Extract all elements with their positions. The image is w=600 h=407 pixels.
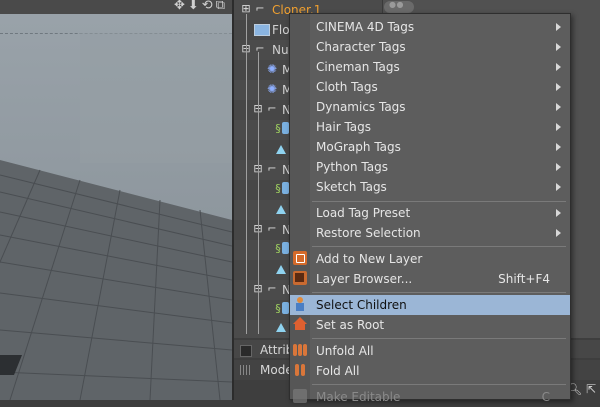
menu-item-layer-browser[interactable]: Layer Browser... Shift+F4: [290, 269, 570, 289]
menu-item-cinema4d-tags[interactable]: CINEMA 4D Tags: [290, 17, 570, 37]
menu-item-add-to-new-layer[interactable]: Add to New Layer: [290, 249, 570, 269]
menu-item-cineman-tags[interactable]: Cineman Tags: [290, 57, 570, 77]
menu-separator: [312, 384, 566, 385]
submenu-arrow-icon: [556, 103, 561, 111]
null-icon: ⌐: [255, 42, 265, 55]
submenu-arrow-icon: [556, 83, 561, 91]
tree-connector: [258, 52, 259, 334]
mograph-effector-icon: ✺: [266, 82, 278, 96]
menu-separator: [312, 201, 566, 202]
submenu-arrow-icon: [556, 229, 561, 237]
menu-item-sketch-tags[interactable]: Sketch Tags: [290, 177, 570, 197]
menu-item-mograph-tags[interactable]: MoGraph Tags: [290, 137, 570, 157]
panel-menu-icon[interactable]: [240, 345, 252, 357]
menu-item-make-editable: Make Editable C: [290, 387, 570, 407]
grip-icon[interactable]: [240, 365, 250, 375]
menu-item-hair-tags[interactable]: Hair Tags: [290, 117, 570, 137]
menu-item-cloth-tags[interactable]: Cloth Tags: [290, 77, 570, 97]
viewport-floor-grid: [0, 160, 232, 400]
menu-item-character-tags[interactable]: Character Tags: [290, 37, 570, 57]
submenu-arrow-icon: [556, 163, 561, 171]
menu-item-set-as-root[interactable]: Set as Root: [290, 315, 570, 335]
cloner-icon: ⌐: [255, 2, 265, 15]
mode-menu[interactable]: Mode: [260, 363, 293, 377]
make-editable-icon: [293, 389, 307, 403]
tree-connector: [246, 14, 247, 334]
menu-item-dynamics-tags[interactable]: Dynamics Tags: [290, 97, 570, 117]
submenu-arrow-icon: [556, 23, 561, 31]
submenu-arrow-icon: [556, 43, 561, 51]
menu-item-python-tags[interactable]: Python Tags: [290, 157, 570, 177]
menu-item-restore-selection[interactable]: Restore Selection: [290, 223, 570, 243]
menu-separator: [312, 338, 566, 339]
cylinder-icon: [282, 242, 289, 254]
cylinder-icon: [282, 182, 289, 194]
cone-icon: [276, 205, 288, 217]
menu-item-load-tag-preset[interactable]: Load Tag Preset: [290, 203, 570, 223]
layer-browser-icon: [293, 271, 307, 285]
floor-icon: [254, 24, 270, 36]
null-icon: ⌐: [267, 162, 277, 175]
shortcut-label: Shift+F4: [498, 272, 550, 286]
cone-icon: [276, 265, 288, 277]
menu-item-unfold-all[interactable]: Unfold All: [290, 341, 570, 361]
null-icon: ⌐: [267, 222, 277, 235]
menu-item-fold-all[interactable]: Fold All: [290, 361, 570, 381]
menu-separator: [312, 246, 566, 247]
null-icon: ⌐: [267, 282, 277, 295]
menu-item-select-children[interactable]: Select Children: [290, 295, 570, 315]
select-children-icon: [293, 297, 307, 311]
mograph-effector-icon: ✺: [266, 62, 278, 76]
shortcut-label: C: [541, 390, 550, 404]
menu-separator: [312, 292, 566, 293]
visibility-dots[interactable]: [384, 0, 414, 13]
expand-icon[interactable]: ⇱: [586, 382, 596, 396]
submenu-arrow-icon: [556, 209, 561, 217]
viewport-panel[interactable]: ✥ ⬇ ⟲ ⧉: [0, 0, 232, 400]
cylinder-icon: [282, 122, 289, 134]
layer-add-icon: [293, 251, 307, 265]
cylinder-icon: [282, 302, 289, 314]
null-icon: ⌐: [267, 102, 277, 115]
submenu-arrow-icon: [556, 183, 561, 191]
context-menu: CINEMA 4D Tags Character Tags Cineman Ta…: [289, 13, 571, 404]
cone-icon: [276, 323, 288, 335]
fold-all-icon: [293, 363, 307, 377]
cone-icon: [276, 145, 288, 157]
submenu-arrow-icon: [556, 143, 561, 151]
submenu-arrow-icon: [556, 63, 561, 71]
set-root-icon: [293, 317, 307, 330]
unfold-all-icon: [293, 343, 307, 357]
submenu-arrow-icon: [556, 123, 561, 131]
